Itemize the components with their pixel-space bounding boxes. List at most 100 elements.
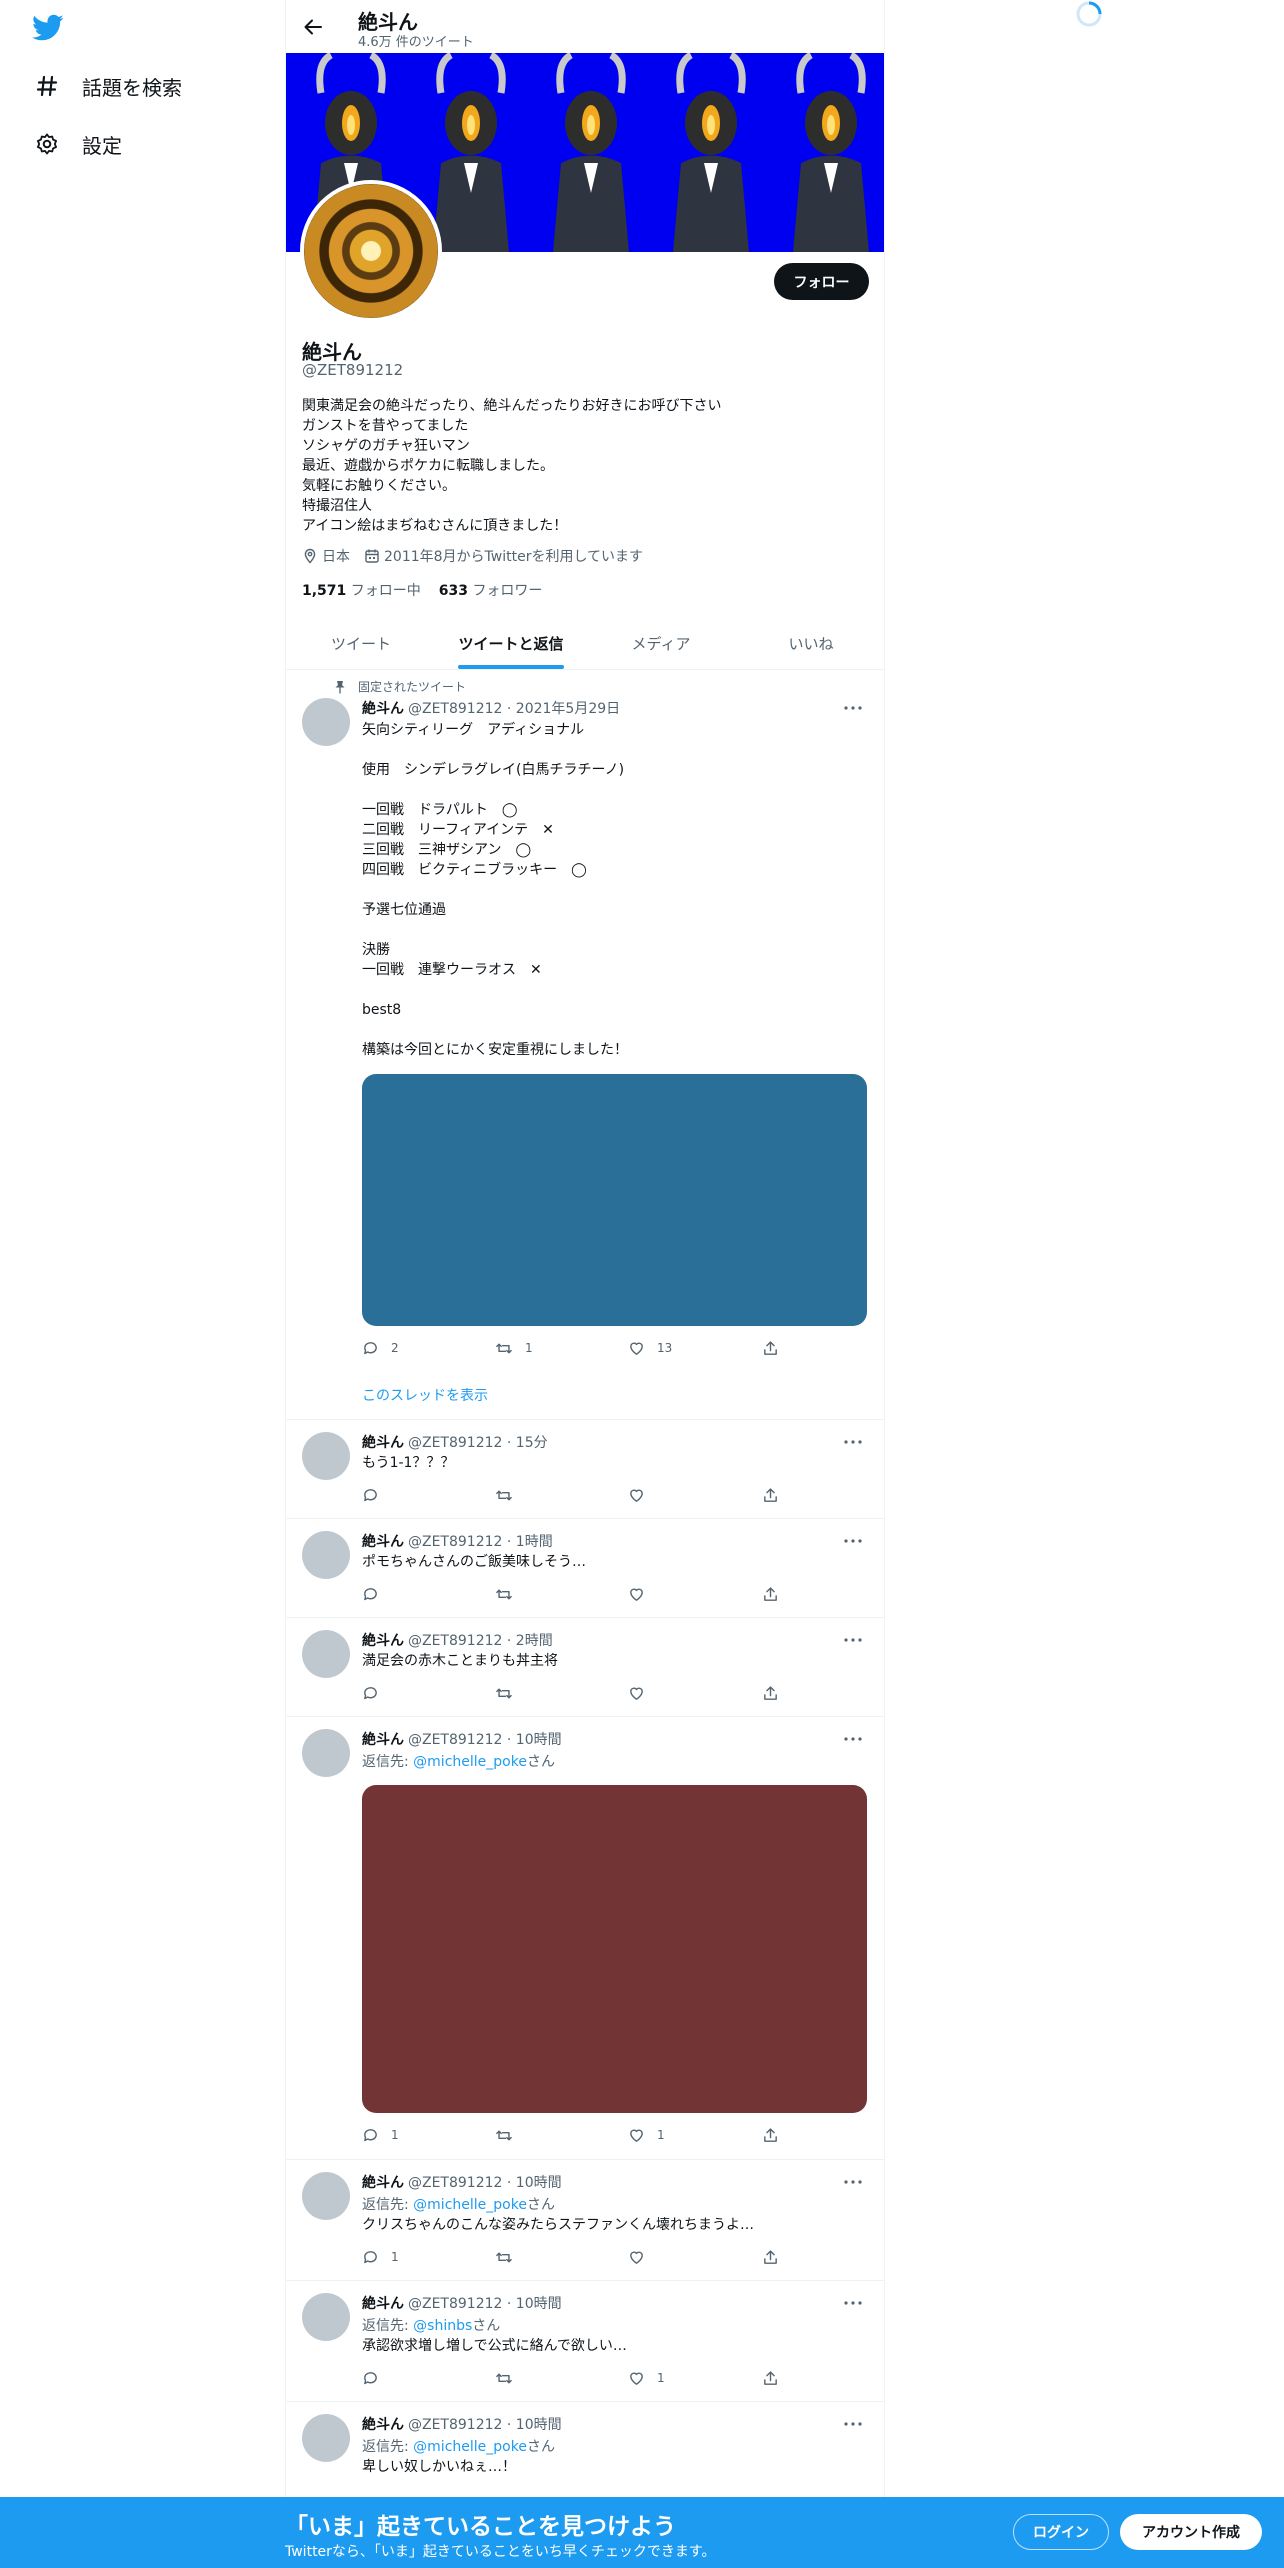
more-options-icon[interactable] [841,2172,865,2192]
tweet-text-line: クリスちゃんのこんな姿みたらステファンくん壊れちまうよ… [362,2217,754,2233]
more-options-icon[interactable] [841,1630,865,1650]
bio-line: 特撮沼住人 [302,498,372,514]
tweet-media-image[interactable] [362,1785,867,2113]
like-button[interactable]: 13 [628,1338,672,1358]
reply-button[interactable] [362,1584,391,1604]
tweet-meta[interactable]: @ZET891212 · 1時間 [408,1534,553,1550]
followers-link[interactable]: 633 フォロワー [439,580,543,600]
twitter-bird-icon[interactable] [32,14,64,42]
like-button[interactable]: 1 [628,2125,665,2145]
tweet-meta[interactable]: @ZET891212 · 10時間 [408,2296,562,2312]
avatar[interactable] [302,2172,350,2220]
more-options-icon[interactable] [841,1531,865,1551]
retweet-button[interactable] [495,1584,525,1604]
reply-button[interactable]: 1 [362,2247,399,2267]
share-button[interactable] [762,1338,779,1358]
tweet-author-name[interactable]: 絶斗ん [362,1633,404,1649]
more-options-icon[interactable] [841,2414,865,2434]
more-options-icon[interactable] [841,1432,865,1452]
retweet-icon [496,1589,512,1599]
share-button[interactable] [762,2247,779,2267]
tweet-author-name[interactable]: 絶斗ん [362,2175,404,2191]
retweet-button[interactable] [495,2125,525,2145]
like-button[interactable] [628,2247,657,2267]
tweet[interactable]: 絶斗ん @ZET891212 · 2時間 満足会の赤木ことまりも丼主将 [286,1618,884,1717]
tweet-meta[interactable]: @ZET891212 · 10時間 [408,2417,562,2433]
share-button[interactable] [762,1584,779,1604]
profile-meta: 日本 2011年8月からTwitterを利用しています [302,546,657,566]
tweet-meta[interactable]: @ZET891212 · 10時間 [408,1732,562,1748]
share-button[interactable] [762,2125,779,2145]
avatar[interactable] [302,2293,350,2341]
reply-to-link[interactable]: @michelle_poke [413,1754,527,1770]
tweet-pinned[interactable]: 固定されたツイート 絶斗ん @ZET891212 · 2021年5月29日 矢向シ… [286,670,884,1420]
reply-to-link[interactable]: @michelle_poke [413,2197,527,2213]
followers-label: フォロワー [472,583,543,599]
tab-media[interactable]: メディア [586,617,736,669]
reply-button[interactable]: 2 [362,1338,399,1358]
signup-prompt-subtitle: Twitterなら、「いま」起きていることをいち早くチェックできます。 [285,2544,716,2560]
tweet[interactable]: 絶斗ん @ZET891212 · 15分 もう1-1？？？ [286,1420,884,1519]
reply-icon [364,2371,377,2384]
tab-tweets-and-replies[interactable]: ツイートと返信 [436,617,586,669]
avatar[interactable] [302,1531,350,1579]
share-button[interactable] [762,1683,779,1703]
signup-button[interactable]: アカウント作成 [1120,2514,1262,2550]
tweet-author-name[interactable]: 絶斗ん [362,1534,404,1550]
more-options-icon[interactable] [841,698,865,718]
tweet[interactable]: 絶斗ん @ZET891212 · 1時間 ポモちゃんさんのご飯美味しそう… [286,1519,884,1618]
reply-to-link[interactable]: @shinbs [413,2318,472,2334]
tweet-meta[interactable]: @ZET891212 · 10時間 [408,2175,562,2191]
following-link[interactable]: 1,571 フォロー中 [302,580,421,600]
retweet-button[interactable] [495,1683,525,1703]
reply-button[interactable] [362,2368,391,2388]
avatar[interactable] [302,1432,350,1480]
avatar[interactable] [302,1729,350,1777]
tweet-author-name[interactable]: 絶斗ん [362,701,404,717]
tweet-media-image[interactable] [362,1074,867,1326]
tweet[interactable]: 絶斗ん @ZET891212 · 10時間 返信先: @shinbsさん 承認欲求… [286,2281,884,2402]
avatar[interactable] [302,1630,350,1678]
follow-button[interactable]: フォロー [774,263,869,300]
tweet-meta[interactable]: @ZET891212 · 2時間 [408,1633,553,1649]
tweet[interactable]: 絶斗ん @ZET891212 · 10時間 返信先: @michelle_poke… [286,1717,884,2160]
retweet-button[interactable] [495,1485,525,1505]
gear-icon [34,131,60,157]
tweet-author-name[interactable]: 絶斗ん [362,1435,404,1451]
tab-tweets[interactable]: ツイート [286,617,436,669]
avatar[interactable] [302,698,350,746]
sidebar-item-settings[interactable]: 設定 [34,124,122,164]
share-button[interactable] [762,2368,779,2388]
tweet-author-name[interactable]: 絶斗ん [362,2296,404,2312]
like-button[interactable] [628,1584,657,1604]
sidebar-item-explore[interactable]: 話題を検索 [34,66,182,106]
more-options-icon[interactable] [841,2293,865,2313]
profile-avatar[interactable] [300,180,442,322]
tweet-author-name[interactable]: 絶斗ん [362,1732,404,1748]
tab-likes[interactable]: いいね [736,617,884,669]
more-options-icon[interactable] [841,1729,865,1749]
retweet-icon [496,2130,512,2140]
tweet[interactable]: 絶斗ん @ZET891212 · 10時間 返信先: @michelle_poke… [286,2160,884,2281]
back-button[interactable] [298,12,328,42]
retweet-button[interactable]: 1 [495,1338,533,1358]
share-button[interactable] [762,1485,779,1505]
reply-button[interactable]: 1 [362,2125,399,2145]
reply-button[interactable] [362,1485,391,1505]
tweet-actions: 1 1 [362,2125,782,2145]
show-thread-link[interactable]: このスレッドを表示 [362,1385,488,1405]
login-button[interactable]: ログイン [1013,2514,1109,2550]
like-button[interactable] [628,1683,657,1703]
share-icon [764,1685,777,1700]
retweet-button[interactable] [495,2247,525,2267]
tweet-author-name[interactable]: 絶斗ん [362,2417,404,2433]
retweet-button[interactable] [495,2368,525,2388]
like-button[interactable]: 1 [628,2368,665,2388]
like-button[interactable] [628,1485,657,1505]
tweet-meta[interactable]: @ZET891212 · 2021年5月29日 [408,701,620,717]
reply-button[interactable] [362,1683,391,1703]
reply-icon [364,2128,377,2141]
reply-to-link[interactable]: @michelle_poke [413,2439,527,2455]
avatar[interactable] [302,2414,350,2462]
tweet-meta[interactable]: @ZET891212 · 15分 [408,1435,548,1451]
